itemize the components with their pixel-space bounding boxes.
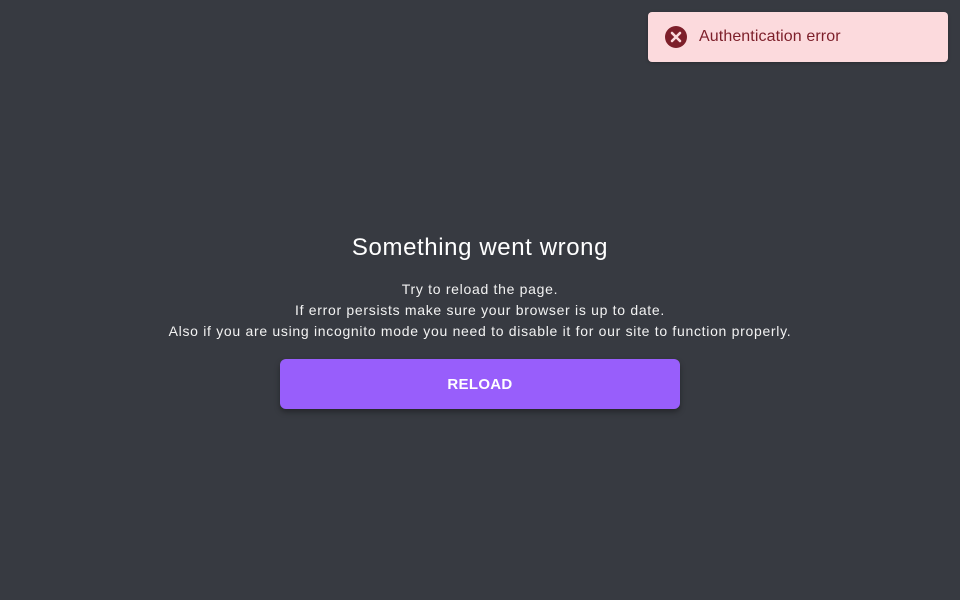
error-message-line: Also if you are using incognito mode you… [168,323,792,339]
error-messages: Try to reload the page. If error persist… [0,279,960,342]
reload-button[interactable]: RELOAD [280,359,680,409]
error-page: Authentication error Something went wron… [0,0,960,600]
error-content: Something went wrong Try to reload the p… [0,228,960,409]
error-message-line: If error persists make sure your browser… [295,302,665,318]
error-circle-icon [664,25,688,49]
authentication-error-toast[interactable]: Authentication error [648,12,948,62]
toast-message: Authentication error [699,28,841,45]
error-message-line: Try to reload the page. [401,281,559,297]
page-title: Something went wrong [351,234,609,261]
